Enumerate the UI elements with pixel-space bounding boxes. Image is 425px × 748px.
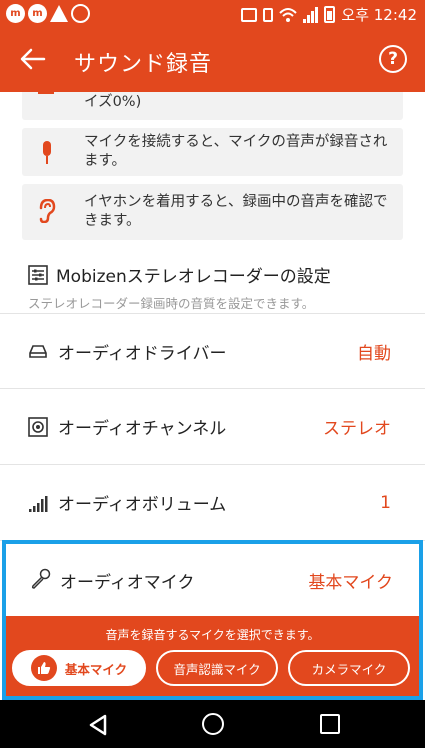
mic-option-basic[interactable]: 基本マイク (12, 650, 146, 686)
status-time: 오후 12:42 (341, 6, 417, 24)
setting-value: 1 (380, 492, 391, 513)
section-title: Mobizenステレオレコーダーの設定 (56, 267, 331, 287)
help-button[interactable]: ? (379, 45, 407, 73)
help-icon: ? (388, 49, 398, 69)
setting-value: 基本マイク (308, 573, 393, 593)
speaker-channel-icon (28, 416, 48, 437)
note-text: イズ0%) (84, 94, 142, 110)
status-bar: m m 오후 12:42 (0, 0, 425, 28)
page-title: サウンド録音 (74, 52, 213, 77)
setting-label: オーディオドライバー (58, 343, 227, 364)
ear-icon (36, 199, 58, 223)
mobizen-notification-icon-2: m (28, 4, 47, 23)
speaker-icon (36, 88, 58, 102)
download-icon (71, 4, 90, 23)
info-notes: イズ0%) マイクを接続すると、マイクの音声が録音されます。 イヤホンを着用する… (0, 88, 425, 240)
nav-back-icon (89, 714, 107, 736)
notification-label: m (32, 8, 43, 19)
mobizen-notification-icon: m (6, 4, 25, 23)
setting-label: オーディオマイク (60, 573, 195, 593)
nav-back-button[interactable] (88, 714, 108, 740)
stereo-recorder-section[interactable]: Mobizenステレオレコーダーの設定 ステレオレコーダー録画時の音質を設定でき… (0, 248, 425, 312)
note-item: マイクを接続すると、マイクの音声が録音されます。 (22, 128, 403, 176)
setting-value: ステレオ (323, 419, 391, 439)
notification-label: m (10, 8, 21, 19)
nav-recents-button[interactable] (320, 714, 340, 734)
battery-icon (324, 6, 336, 23)
chip-label: 基本マイク (64, 661, 128, 677)
audio-mic-row[interactable]: オーディオマイク 基本マイク (6, 544, 419, 616)
status-bar-system: 오후 12:42 (241, 4, 417, 25)
microphone-icon (36, 141, 58, 165)
warning-icon (50, 5, 68, 22)
audio-mic-highlight: オーディオマイク 基本マイク 音声を録音するマイクを選択できます。 基本マイク … (2, 540, 423, 700)
setting-label: オーディオボリューム (58, 495, 227, 515)
back-button[interactable] (18, 44, 50, 76)
mic-options-hint: 音声を録音するマイクを選択できます。 (105, 628, 320, 642)
setting-label: オーディオチャンネル (58, 419, 227, 439)
navigation-bar (0, 700, 425, 748)
note-item: イヤホンを着用すると、録画中の音声を確認できます。 (22, 184, 403, 240)
volume-bars-icon (29, 495, 48, 512)
vibrate-icon (263, 7, 274, 22)
mic-option-camera[interactable]: カメラマイク (288, 650, 410, 686)
nav-home-button[interactable] (202, 713, 224, 735)
status-bar-notifications: m m (6, 4, 90, 23)
thumbs-up-icon (30, 655, 57, 681)
note-item: イズ0%) (22, 88, 403, 120)
arrow-left-icon (20, 48, 46, 70)
chip-label: 音声認識マイク (173, 661, 261, 677)
mic-option-voice-recognition[interactable]: 音声認識マイク (156, 650, 278, 686)
audio-driver-row[interactable]: オーディオドライバー 自動 (0, 313, 425, 389)
chip-label: カメラマイク (311, 661, 387, 677)
microphone-line-icon (31, 568, 51, 589)
settings-list-icon (28, 264, 48, 285)
audio-volume-row[interactable]: オーディオボリューム 1 (0, 465, 425, 541)
app-bar: サウンド録音 ? (0, 28, 425, 92)
audio-channel-row[interactable]: オーディオチャンネル ステレオ (0, 389, 425, 465)
settings-content[interactable]: イズ0%) マイクを接続すると、マイクの音声が録音されます。 イヤホンを着用する… (0, 88, 425, 312)
setting-value: 自動 (357, 343, 391, 364)
drive-icon (29, 345, 47, 358)
wifi-icon (279, 7, 298, 22)
section-subtitle: ステレオレコーダー録画時の音質を設定できます。 (28, 296, 315, 311)
note-text: イヤホンを着用すると、録画中の音声を確認できます。 (84, 194, 388, 229)
cast-icon (241, 7, 258, 22)
signal-icon (303, 6, 319, 23)
mic-options-panel: 音声を録音するマイクを選択できます。 基本マイク 音声認識マイク カメラマイク (6, 616, 419, 696)
note-text: マイクを接続すると、マイクの音声が録音されます。 (84, 134, 388, 169)
